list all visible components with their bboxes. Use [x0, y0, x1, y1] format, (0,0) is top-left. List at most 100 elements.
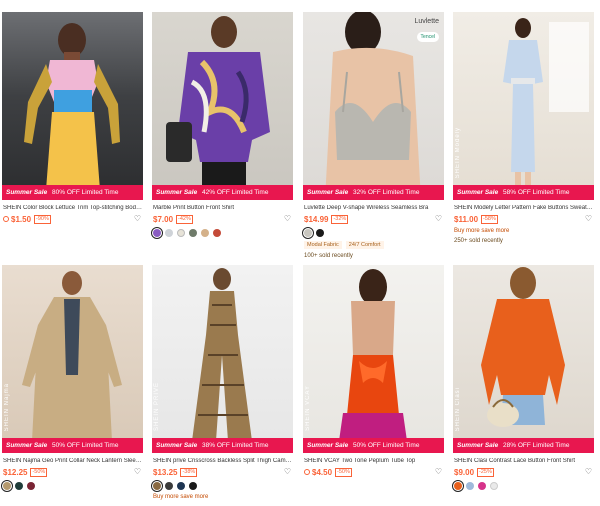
sale-label: Summer Sale [156, 189, 198, 196]
product-title[interactable]: Luvlette Deep V-shape Wireless Seamless … [303, 205, 443, 211]
color-swatches [302, 226, 444, 239]
color-swatch[interactable] [27, 481, 35, 490]
brand-watermark: SHEIN PRIVÉ [154, 381, 160, 431]
sale-banner: Summer Sale 38% OFF Limited Time [152, 438, 293, 453]
color-swatch[interactable] [478, 481, 486, 490]
brand-logo: Luvlette [414, 18, 439, 25]
feature-tag: Modal Fabric [304, 241, 342, 249]
discount-text: 80% OFF Limited Time [52, 189, 119, 196]
color-swatch[interactable] [201, 228, 209, 237]
color-swatch[interactable] [165, 481, 173, 490]
color-swatch[interactable] [1, 479, 13, 492]
product-title[interactable]: SHEIN VCAY Two Tone Peplum Tube Top [303, 458, 443, 464]
model-figure [22, 271, 122, 441]
discount-badge: -58% [481, 214, 498, 224]
fabric-logo-badge: Tencel [416, 32, 439, 42]
product-image[interactable]: SHEIN Najma Summer Sale 50% OFF Limited … [2, 265, 143, 453]
model-figure [481, 267, 565, 427]
product-image[interactable]: SHEIN Modely Summer Sale 58% OFF Limited… [453, 12, 594, 200]
wishlist-heart-icon[interactable]: ♡ [134, 467, 141, 476]
sale-label: Summer Sale [307, 442, 349, 449]
discount-badge: -42% [176, 214, 193, 224]
price-row: $12.25 -50% ♡ [2, 467, 143, 477]
discount-badge: -90% [34, 214, 51, 224]
product-image[interactable]: SHEIN VCAY Summer Sale 50% OFF Limited T… [303, 265, 444, 453]
price: $4.50 [312, 467, 333, 477]
discount-badge: -38% [180, 467, 198, 477]
price: $1.50 [11, 214, 32, 224]
product-title[interactable]: SHEIN privé Crisscross Backless Split Th… [152, 458, 292, 464]
price: $9.00 [454, 467, 475, 477]
model-figure [503, 18, 589, 190]
promo-link[interactable]: Buy more save more [152, 494, 293, 500]
sold-count: 100+ sold recently [304, 253, 353, 259]
color-swatch[interactable] [151, 479, 163, 492]
product-title[interactable]: SHEIN Color Block Lettuce Trim Top-stitc… [2, 205, 142, 211]
price-row: $14.99 -32% ♡ [303, 214, 444, 224]
discount-text: 58% OFF Limited Time [503, 189, 570, 196]
sale-banner: Summer Sale 50% OFF Limited Time [2, 438, 143, 453]
product-card[interactable]: SHEIN PRIVÉ Summer Sale 38% OFF Limited … [151, 265, 293, 500]
discount-text: 50% OFF Limited Time [353, 442, 420, 449]
color-swatch[interactable] [452, 479, 464, 492]
wishlist-heart-icon[interactable]: ♡ [435, 214, 442, 223]
price: $7.00 [153, 214, 174, 224]
wishlist-heart-icon[interactable]: ♡ [284, 467, 291, 476]
color-swatch[interactable] [177, 481, 185, 490]
product-title[interactable]: SHEIN Clasi Contrast Lace Button Front S… [453, 458, 593, 464]
product-image[interactable]: Summer Sale 80% OFF Limited Time [2, 12, 143, 200]
model-figure [192, 268, 252, 441]
price: $12.25 [3, 467, 28, 477]
color-swatch[interactable] [177, 228, 185, 237]
sale-banner: Summer Sale 50% OFF Limited Time [303, 438, 444, 453]
product-image[interactable]: SHEIN PRIVÉ Summer Sale 38% OFF Limited … [152, 265, 293, 453]
wishlist-heart-icon[interactable]: ♡ [284, 214, 291, 223]
color-swatch[interactable] [189, 228, 197, 237]
color-swatch[interactable] [302, 226, 314, 239]
color-swatch[interactable] [15, 481, 23, 490]
product-title[interactable]: Marble Print Button Front Shirt [152, 205, 292, 211]
model-figure [166, 16, 270, 200]
flash-sale-icon [3, 216, 9, 222]
product-card[interactable]: SHEIN VCAY Summer Sale 50% OFF Limited T… [303, 265, 444, 477]
product-card[interactable]: Luvlette Tencel Summer Sale 32% OFF Limi… [302, 12, 444, 259]
color-swatch[interactable] [490, 481, 498, 490]
wishlist-heart-icon[interactable]: ♡ [585, 214, 592, 223]
product-title[interactable]: SHEIN Modely Letter Pattern Fake Buttons… [453, 205, 593, 211]
wishlist-heart-icon[interactable]: ♡ [585, 467, 592, 476]
wishlist-heart-icon[interactable]: ♡ [435, 467, 442, 476]
color-swatch[interactable] [189, 481, 197, 490]
price: $14.99 [304, 214, 329, 224]
product-image[interactable]: Summer Sale 42% OFF Limited Time [152, 12, 293, 200]
price: $13.25 [153, 467, 178, 477]
product-title[interactable]: SHEIN Najma Geo Print Collar Neck Lanter… [2, 458, 142, 464]
promo-link[interactable]: Buy more save more [453, 228, 594, 234]
product-card[interactable]: SHEIN Clasi Summer Sale 28% OFF Limited … [452, 265, 594, 492]
brand-watermark: SHEIN Modely [455, 126, 461, 178]
color-swatches [1, 479, 143, 492]
price-row: $13.25 -38% ♡ [152, 467, 293, 477]
brand-watermark: SHEIN VCAY [305, 385, 311, 431]
discount-badge: -25% [477, 467, 494, 477]
model-figure [339, 269, 407, 441]
product-image[interactable]: SHEIN Clasi Summer Sale 28% OFF Limited … [453, 265, 594, 453]
product-card[interactable]: Summer Sale 42% OFF Limited Time Marble … [151, 12, 293, 239]
color-swatch[interactable] [466, 481, 474, 490]
discount-badge: -50% [335, 467, 352, 477]
wishlist-heart-icon[interactable]: ♡ [134, 214, 141, 223]
product-card[interactable]: SHEIN Modely Summer Sale 58% OFF Limited… [453, 12, 594, 244]
sale-label: Summer Sale [6, 442, 48, 449]
color-swatch[interactable] [213, 228, 221, 237]
price-row: $1.50 -90% ♡ [2, 214, 143, 224]
sale-label: Summer Sale [6, 189, 48, 196]
product-card[interactable]: SHEIN Najma Summer Sale 50% OFF Limited … [1, 265, 143, 492]
product-image[interactable]: Luvlette Tencel Summer Sale 32% OFF Limi… [303, 12, 444, 200]
discount-badge: -50% [30, 467, 48, 477]
color-swatch[interactable] [316, 228, 324, 237]
product-card[interactable]: Summer Sale 80% OFF Limited Time SHEIN C… [2, 12, 143, 224]
color-swatch[interactable] [151, 226, 163, 239]
discount-text: 50% OFF Limited Time [52, 442, 119, 449]
price-row: $7.00 -42% ♡ [152, 214, 293, 224]
color-swatch[interactable] [165, 228, 173, 237]
color-swatches [151, 479, 293, 492]
